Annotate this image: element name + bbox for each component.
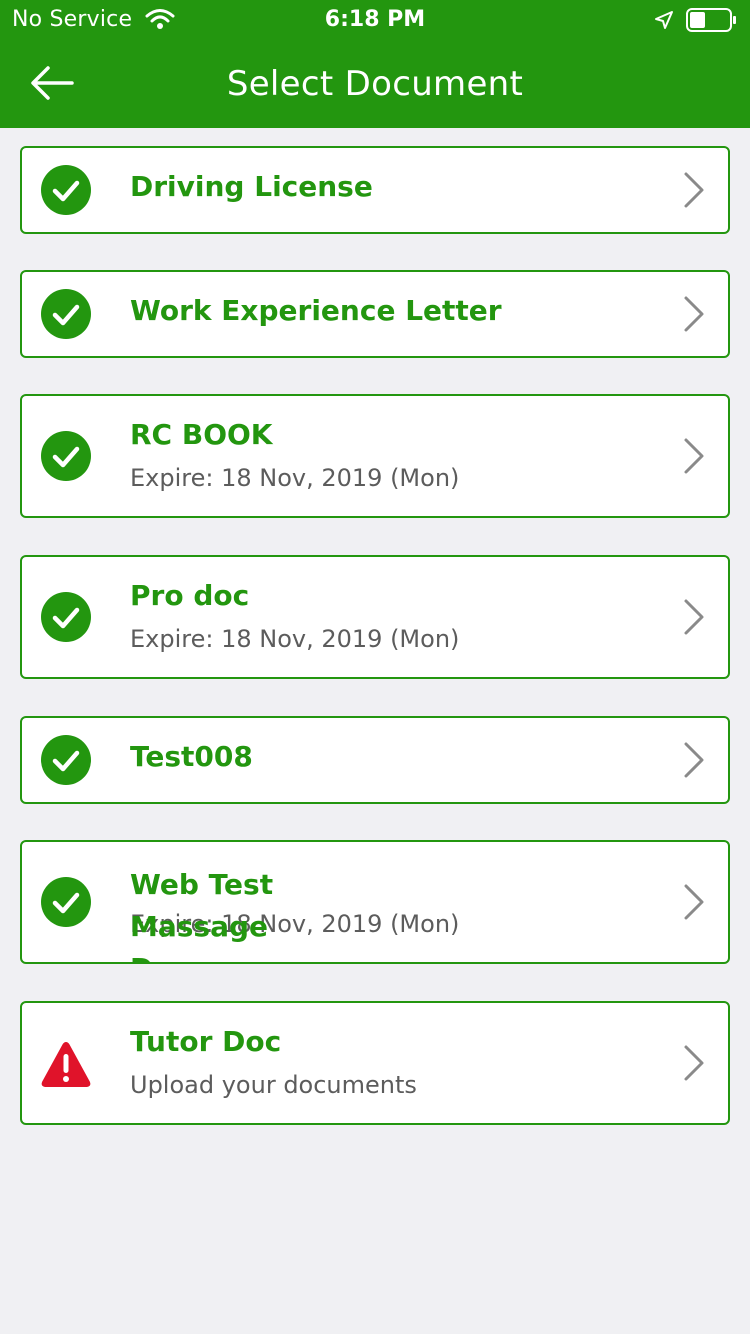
- document-item-work-experience-letter[interactable]: Work Experience Letter: [20, 270, 730, 358]
- page-title: Select Document: [226, 64, 524, 104]
- upload-prompt: Upload your documents: [130, 1071, 417, 1099]
- document-item-web-test-massage-doc[interactable]: Expire: 18 Nov, 2019 (Mon) Web Test Mass…: [20, 840, 730, 964]
- chevron-right-icon: [684, 742, 704, 778]
- document-item-pro-doc[interactable]: Pro doc Expire: 18 Nov, 2019 (Mon): [20, 555, 730, 679]
- document-title: Driving License: [130, 170, 373, 203]
- document-expiry: Expire: 18 Nov, 2019 (Mon): [130, 625, 460, 653]
- warning-icon: [41, 1042, 91, 1087]
- check-circle-icon: [41, 165, 91, 215]
- chevron-right-icon: [684, 296, 704, 332]
- document-title: Test008: [130, 740, 253, 773]
- check-circle-icon: [41, 592, 91, 642]
- battery-icon: [686, 8, 736, 32]
- status-bar: No Service 6:18 PM: [0, 0, 750, 40]
- document-item-tutor-doc[interactable]: Tutor Doc Upload your documents: [20, 1001, 730, 1125]
- app-header: No Service 6:18 PM Select Document: [0, 0, 750, 128]
- document-title: RC BOOK: [130, 418, 273, 451]
- chevron-right-icon: [684, 884, 704, 920]
- chevron-right-icon: [684, 438, 704, 474]
- chevron-right-icon: [684, 599, 704, 635]
- document-title: Work Experience Letter: [130, 294, 502, 327]
- check-circle-icon: [41, 877, 91, 927]
- document-expiry: Expire: 18 Nov, 2019 (Mon): [130, 464, 460, 492]
- chevron-right-icon: [684, 172, 704, 208]
- nav-bar: Select Document: [0, 40, 750, 128]
- document-item-test008[interactable]: Test008: [20, 716, 730, 804]
- document-title: Pro doc: [130, 579, 250, 612]
- location-arrow-icon: [655, 11, 673, 29]
- document-item-driving-license[interactable]: Driving License: [20, 146, 730, 234]
- status-time: 6:18 PM: [324, 7, 426, 32]
- check-circle-icon: [41, 735, 91, 785]
- chevron-right-icon: [684, 1045, 704, 1081]
- check-circle-icon: [41, 431, 91, 481]
- document-item-rc-book[interactable]: RC BOOK Expire: 18 Nov, 2019 (Mon): [20, 394, 730, 518]
- document-title: Tutor Doc: [130, 1025, 282, 1058]
- check-circle-icon: [41, 289, 91, 339]
- document-title: Web Test Massage Doc: [130, 868, 274, 962]
